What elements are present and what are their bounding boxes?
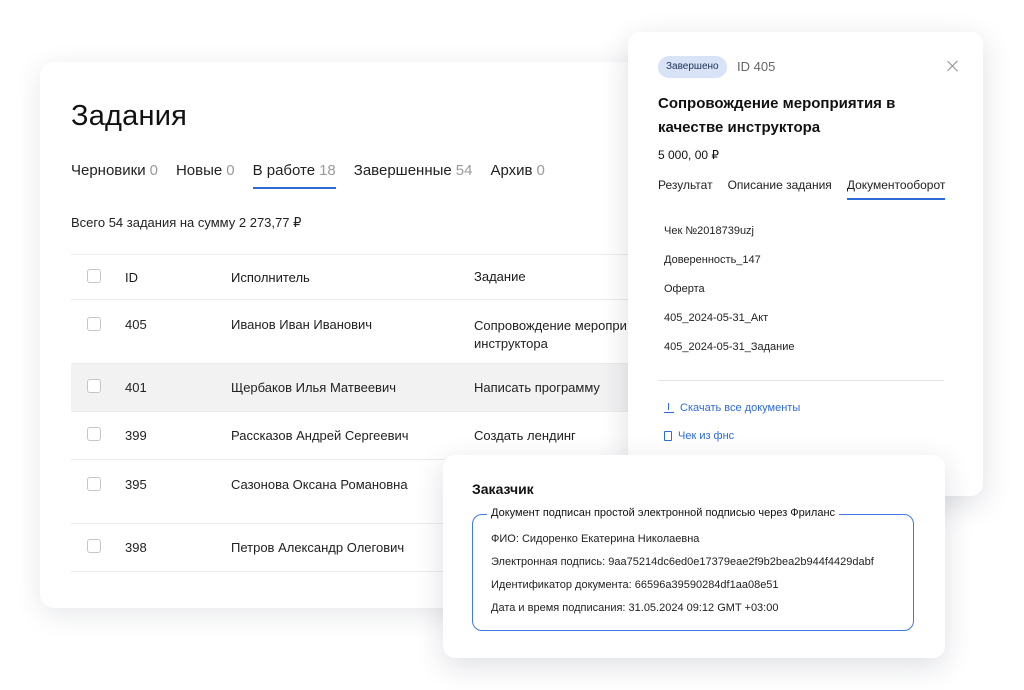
document-item[interactable]: 405_2024-05-31_Акт: [664, 309, 795, 338]
table-row[interactable]: 401 Щербаков Илья Матвеевич Написать про…: [71, 364, 691, 412]
row-id: 398: [125, 540, 147, 555]
signature-box: Документ подписан простой электронной по…: [472, 507, 914, 631]
signature-hash: Электронная подпись: 9aa75214dc6ed0e1737…: [491, 556, 874, 568]
row-id: 399: [125, 428, 147, 443]
tab-completed[interactable]: Завершенные 54: [354, 162, 473, 189]
task-price: 5 000, 00 ₽: [658, 148, 720, 162]
row-id: 395: [125, 477, 147, 492]
document-item[interactable]: Доверенность_147: [664, 251, 795, 280]
row-checkbox[interactable]: [87, 477, 101, 491]
status-badge: Завершено: [658, 56, 727, 78]
download-icon: [664, 403, 674, 413]
column-header-id: ID: [125, 269, 138, 285]
column-header-executor: Исполнитель: [231, 269, 310, 285]
download-all-label: Скачать все документы: [680, 402, 801, 414]
receipt-icon: [664, 431, 672, 441]
signature-legend: Документ подписан простой электронной по…: [487, 507, 840, 519]
task-id: ID 405: [737, 59, 776, 74]
document-identifier: Идентификатор документа: 66596a39590284d…: [491, 579, 779, 591]
document-item[interactable]: 405_2024-05-31_Задание: [664, 338, 795, 367]
tab-count: 0: [226, 162, 235, 179]
table-header: ID Исполнитель Задание: [71, 254, 691, 300]
row-executor: Петров Александр Олегович: [231, 540, 405, 555]
customer-card: Заказчик Документ подписан простой элект…: [443, 455, 945, 658]
task-details-panel: Завершено ID 405 Сопровождение мероприят…: [628, 32, 983, 496]
row-id: 401: [125, 380, 147, 395]
row-executor: Рассказов Андрей Сергеевич: [231, 428, 409, 443]
tab-label: Черновики: [71, 162, 146, 179]
document-list: Чек №2018739uzj Доверенность_147 Оферта …: [664, 222, 795, 367]
tab-count: 0: [149, 162, 158, 179]
row-checkbox[interactable]: [87, 539, 101, 553]
download-all-link[interactable]: Скачать все документы: [664, 402, 800, 414]
tab-result[interactable]: Результат: [658, 178, 713, 200]
tab-in-progress[interactable]: В работе 18: [252, 162, 336, 189]
row-id: 405: [125, 317, 147, 332]
status-tabs: Черновики 0 Новые 0 В работе 18 Завершенные…: [71, 162, 563, 189]
row-executor: Иванов Иван Иванович: [231, 317, 373, 332]
details-tabs: Результат Описание задания Документообор…: [658, 178, 960, 200]
tab-drafts[interactable]: Черновики 0: [71, 162, 158, 189]
document-item[interactable]: Чек №2018739uzj: [664, 222, 795, 251]
tab-archive[interactable]: Архив 0: [490, 162, 544, 189]
tab-label: Новые: [175, 162, 223, 179]
tab-count: 18: [319, 162, 336, 179]
customer-title: Заказчик: [472, 481, 534, 497]
task-title: Сопровождение мероприятия в качестве инс…: [658, 95, 896, 136]
close-icon[interactable]: [946, 59, 960, 73]
tab-label: Архив: [490, 162, 533, 179]
signer-name: ФИО: Сидоренко Екатерина Николаевна: [491, 533, 700, 545]
tab-count: 0: [536, 162, 545, 179]
row-checkbox[interactable]: [87, 379, 101, 393]
document-item[interactable]: Оферта: [664, 280, 795, 309]
tab-new[interactable]: Новые 0: [176, 162, 235, 189]
signing-datetime: Дата и время подписания: 31.05.2024 09:1…: [491, 602, 779, 614]
row-executor: Щербаков Илья Матвеевич: [231, 380, 396, 395]
page-title: Задания: [71, 100, 188, 132]
fns-receipt-link[interactable]: Чек из фнс: [664, 430, 734, 442]
table-row[interactable]: 405 Иванов Иван Иванович Сопровождение м…: [71, 300, 691, 364]
tab-label: Завершенные: [353, 162, 452, 179]
tab-label: В работе: [252, 162, 316, 179]
tab-documents[interactable]: Документооборот: [846, 178, 945, 200]
fns-receipt-label: Чек из фнс: [678, 430, 735, 442]
divider: [658, 380, 944, 381]
select-all-checkbox[interactable]: [87, 268, 101, 283]
tab-count: 54: [455, 162, 473, 179]
row-executor: Сазонова Оксана Романовна: [231, 477, 408, 492]
row-checkbox[interactable]: [87, 427, 101, 441]
row-checkbox[interactable]: [87, 317, 101, 331]
tasks-summary: Всего 54 задания на сумму 2 273,77 ₽: [71, 215, 302, 230]
tab-description[interactable]: Описание задания: [728, 178, 832, 200]
table-row[interactable]: 399 Рассказов Андрей Сергеевич Создать л…: [71, 412, 691, 460]
